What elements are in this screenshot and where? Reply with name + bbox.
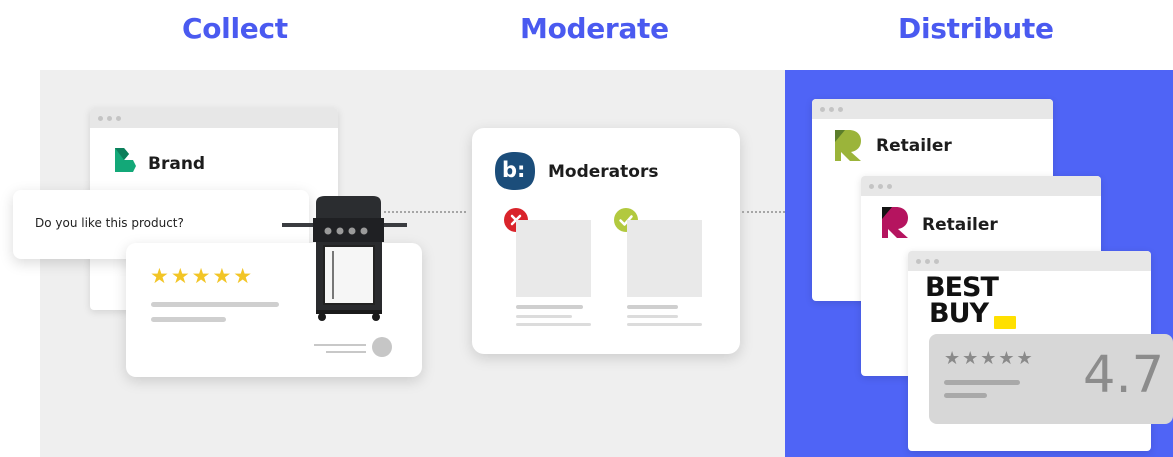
connector-moderate-distribute — [742, 211, 785, 213]
review-text-line — [151, 302, 279, 307]
retailer-logo-pink-icon — [882, 207, 908, 238]
rating-text-line — [944, 393, 987, 398]
bestbuy-logo-line2: BUY — [929, 298, 989, 329]
bestbuy-tag-icon — [994, 316, 1016, 329]
heading-moderate: Moderate — [520, 12, 669, 45]
approved-text-line — [627, 315, 678, 318]
brand-label: Brand — [148, 154, 206, 174]
rejected-content-placeholder — [516, 220, 591, 297]
rejected-text-line — [516, 305, 583, 309]
rating-text-line — [944, 380, 1020, 385]
review-meta-line — [326, 351, 366, 353]
retailer-logo-green-icon — [835, 130, 861, 161]
retailer-label-2: Retailer — [922, 215, 998, 235]
question-text: Do you like this product? — [35, 216, 184, 230]
heading-distribute: Distribute — [898, 12, 1054, 45]
heading-collect: Collect — [182, 12, 288, 45]
rejected-text-line — [516, 315, 572, 318]
rating-value: 4.7 — [1083, 346, 1165, 405]
rating-stars: ★★★★★ — [944, 348, 1035, 368]
approved-content-placeholder — [627, 220, 702, 297]
approved-text-line — [627, 323, 702, 326]
retailer-label-1: Retailer — [876, 136, 952, 156]
bestbuy-logo-line1: BEST — [925, 272, 999, 303]
review-stars: ★★★★★ — [150, 265, 255, 288]
review-meta-line — [314, 344, 366, 346]
brand-logo-icon — [115, 148, 136, 172]
approved-text-line — [627, 305, 678, 309]
moderators-logo-text: b: — [502, 158, 526, 182]
connector-collect-moderate — [384, 211, 466, 213]
rejected-text-line — [516, 323, 591, 326]
moderators-label: Moderators — [548, 162, 659, 182]
reviewer-avatar — [372, 337, 392, 357]
review-text-line — [151, 317, 226, 322]
